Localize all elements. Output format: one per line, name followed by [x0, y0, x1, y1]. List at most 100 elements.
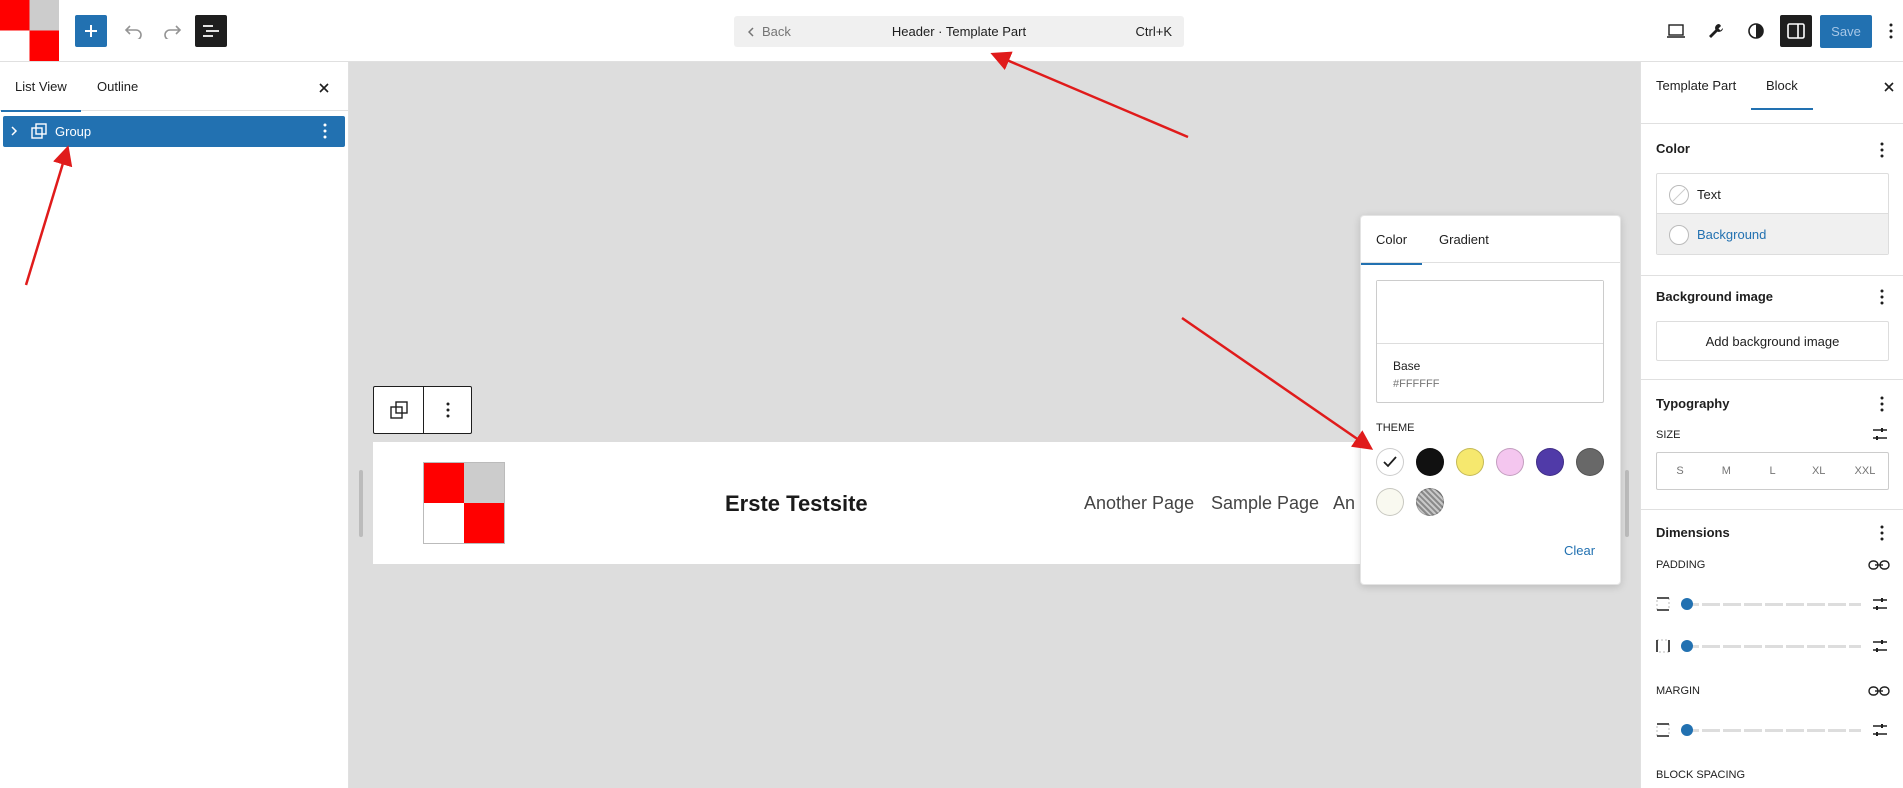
block-type-button[interactable] [374, 387, 424, 433]
color-swatch[interactable] [1456, 448, 1484, 476]
slider-thumb[interactable] [1681, 724, 1693, 736]
left-panel-tabs: List View Outline [0, 62, 348, 112]
tab-list-view[interactable]: List View [1, 79, 81, 112]
more-vertical-icon[interactable] [1874, 287, 1890, 307]
color-swatch[interactable] [1496, 448, 1524, 476]
sliders-icon[interactable] [1872, 638, 1888, 654]
margin-vertical-slider[interactable] [1656, 720, 1891, 740]
font-size-option[interactable]: XL [1796, 453, 1842, 489]
slider-track [1681, 729, 1861, 732]
keyboard-shortcut: Ctrl+K [1135, 24, 1172, 39]
block-spacing-label: BLOCK SPACING [1656, 769, 1746, 781]
settings-sidebar: Template Part Block Color Text Backgroun… [1640, 62, 1903, 788]
add-background-image-button[interactable]: Add background image [1656, 321, 1889, 361]
list-view-item-group[interactable]: Group [3, 116, 345, 147]
theme-palette-label: THEME [1376, 422, 1415, 434]
more-vertical-icon[interactable] [323, 123, 327, 139]
command-center[interactable]: Back Header · Template Part Ctrl+K [734, 16, 1184, 47]
site-logo[interactable] [0, 0, 59, 61]
tools-button[interactable] [1700, 15, 1732, 47]
undo-button[interactable] [118, 15, 150, 47]
tab-block[interactable]: Block [1751, 78, 1813, 110]
side-vertical-icon [1656, 597, 1670, 611]
color-hex: #FFFFFF [1393, 378, 1440, 390]
nav-link[interactable]: Sample Page [1211, 493, 1319, 514]
more-vertical-icon [1889, 23, 1893, 39]
clear-color-button[interactable]: Clear [1564, 543, 1595, 558]
color-swatch[interactable] [1416, 488, 1444, 516]
color-name: Base [1393, 359, 1421, 373]
close-icon [319, 83, 329, 93]
color-swatch[interactable] [1416, 448, 1444, 476]
contrast-icon [1748, 23, 1764, 39]
link-sides-icon[interactable] [1868, 684, 1890, 698]
color-popover-tabs: Color Gradient [1360, 216, 1620, 265]
close-list-view-button[interactable] [314, 78, 334, 98]
more-vertical-icon [446, 402, 450, 418]
font-size-option[interactable]: XXL [1842, 453, 1888, 489]
site-logo-block[interactable] [423, 462, 505, 544]
color-swatch[interactable] [1576, 448, 1604, 476]
undo-icon [124, 25, 142, 39]
view-button[interactable] [1660, 15, 1692, 47]
redo-icon [164, 25, 182, 39]
font-size-option[interactable]: L [1749, 453, 1795, 489]
more-vertical-icon[interactable] [1874, 140, 1890, 160]
close-icon [1884, 82, 1894, 92]
divider [1641, 379, 1903, 380]
nav-link[interactable]: An [1333, 493, 1355, 514]
redo-button[interactable] [156, 15, 188, 47]
color-item-label: Text [1697, 187, 1721, 202]
chevron-right-icon[interactable] [11, 125, 18, 137]
more-vertical-icon[interactable] [1874, 394, 1890, 414]
tab-gradient[interactable]: Gradient [1439, 232, 1489, 247]
resize-handle-left[interactable] [359, 470, 363, 537]
settings-tabs: Template Part Block [1641, 62, 1903, 124]
tab-color[interactable]: Color [1360, 232, 1423, 265]
wrench-icon [1709, 24, 1723, 38]
nav-link[interactable]: Another Page [1084, 493, 1194, 514]
block-toolbar [373, 386, 472, 434]
typography-section-title: Typography [1656, 396, 1730, 411]
group-block-icon [389, 401, 408, 419]
font-size-picker: S M L XL XXL [1656, 452, 1889, 490]
block-options-button[interactable] [424, 387, 472, 433]
styles-button[interactable] [1740, 15, 1772, 47]
editor-top-bar: Back Header · Template Part Ctrl+K Save [0, 0, 1903, 62]
header-group-block[interactable]: Erste Testsite Another Page Sample Page … [373, 442, 1373, 564]
link-sides-icon[interactable] [1868, 558, 1890, 572]
slider-thumb[interactable] [1681, 598, 1693, 610]
tab-outline[interactable]: Outline [97, 79, 138, 94]
divider [1641, 509, 1903, 510]
resize-handle-right[interactable] [1625, 470, 1629, 537]
sliders-icon[interactable] [1872, 426, 1888, 442]
color-swatch[interactable] [1536, 448, 1564, 476]
slider-track [1681, 603, 1861, 606]
padding-horizontal-slider[interactable] [1656, 636, 1891, 656]
color-swatch[interactable] [1376, 448, 1404, 476]
settings-button[interactable] [1780, 15, 1812, 47]
slider-thumb[interactable] [1681, 640, 1693, 652]
save-button[interactable]: Save [1820, 15, 1872, 48]
sliders-icon[interactable] [1872, 722, 1888, 738]
color-picker-popover: Color Gradient Base #FFFFFF THEME Clear [1360, 215, 1621, 585]
selected-color-preview[interactable]: Base #FFFFFF [1376, 280, 1604, 403]
padding-label: PADDING [1656, 559, 1706, 571]
color-swatch[interactable] [1376, 488, 1404, 516]
document-overview-button[interactable] [195, 15, 227, 47]
tab-template-part[interactable]: Template Part [1656, 78, 1736, 93]
desktop-icon [1667, 24, 1685, 38]
background-color-item[interactable]: Background [1657, 214, 1888, 254]
more-vertical-icon[interactable] [1874, 523, 1890, 543]
add-block-button[interactable] [75, 15, 107, 47]
font-size-option[interactable]: M [1703, 453, 1749, 489]
font-size-option[interactable]: S [1657, 453, 1703, 489]
options-button[interactable] [1882, 15, 1900, 47]
close-settings-button[interactable] [1879, 77, 1899, 97]
background-image-section-title: Background image [1656, 289, 1774, 304]
check-icon [1383, 456, 1397, 468]
text-color-item[interactable]: Text [1657, 174, 1888, 214]
padding-vertical-slider[interactable] [1656, 594, 1891, 614]
site-title[interactable]: Erste Testsite [725, 491, 868, 517]
sliders-icon[interactable] [1872, 596, 1888, 612]
